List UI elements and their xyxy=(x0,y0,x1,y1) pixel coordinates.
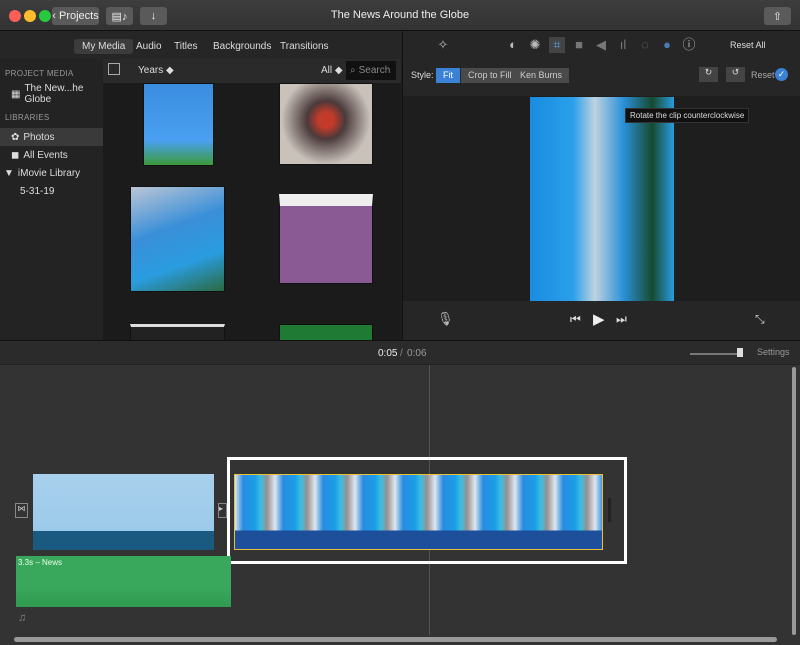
noise-reduction-icon[interactable]: ● xyxy=(659,37,675,53)
style-label: Style: xyxy=(411,70,434,80)
time-separator: / xyxy=(400,348,403,359)
tab-titles[interactable]: Titles xyxy=(166,39,206,54)
sidebar-item-all-events[interactable]: ◼ All Events xyxy=(0,146,103,164)
audio-clip-news[interactable]: 3.3s – News xyxy=(16,556,231,607)
browser-toolbar: Years ◆ All ◆ ⌕ Search xyxy=(103,59,401,83)
equalizer-icon[interactable]: ıl xyxy=(615,37,631,53)
media-thumbnail[interactable] xyxy=(279,324,373,340)
magic-wand-icon[interactable]: ✧ xyxy=(435,37,451,53)
filter-selector[interactable]: All ◆ xyxy=(321,65,343,76)
info-icon[interactable]: ⓘ xyxy=(681,37,697,53)
window-title: The News Around the Globe xyxy=(330,9,470,21)
media-thumbnail[interactable] xyxy=(279,83,373,165)
video-clip-world-map[interactable] xyxy=(33,474,214,550)
libraries-heading: LIBRARIES xyxy=(5,113,50,122)
skip-back-button[interactable]: ⏮︎ xyxy=(570,312,581,327)
rotate-ccw-icon: ↺ xyxy=(731,67,740,77)
viewer-panel: ✧ ◐ ✺ ⌗ ■ ◀ ıl ◌ ● ⓘ Reset All Style: Fi… xyxy=(402,31,800,340)
project-media-heading: PROJECT MEDIA xyxy=(5,69,74,78)
total-time: 0:06 xyxy=(407,348,427,359)
rotate-counterclockwise-button[interactable]: ↺ xyxy=(726,67,745,82)
sidebar-item-project[interactable]: ▦ The New...he Globe xyxy=(0,83,103,105)
apply-checkmark-button[interactable]: ✓ xyxy=(775,68,788,81)
photos-icon: ✿ xyxy=(11,131,20,143)
style-ken-burns-button[interactable]: Ken Burns xyxy=(513,68,570,83)
style-crop-to-fill-button[interactable]: Crop to Fill xyxy=(461,68,519,83)
audio-clip-label: 3.3s – News xyxy=(18,558,63,567)
search-input[interactable]: ⌕ Search xyxy=(346,61,396,80)
play-button[interactable]: ▶ xyxy=(593,310,605,328)
sidebar-item-photos[interactable]: ✿ Photos xyxy=(0,128,103,146)
media-browser: Years ◆ All ◆ ⌕ Search xyxy=(103,59,401,340)
timeline: ⋈ ▸ 3.3s – News ♫ xyxy=(0,365,800,645)
clip-trim-handle[interactable] xyxy=(608,498,611,522)
timeline-header: 0:05 / 0:06 Settings xyxy=(0,340,800,365)
color-balance-icon[interactable]: ◐ xyxy=(505,37,521,53)
zoom-slider-handle[interactable] xyxy=(737,348,743,357)
tab-transitions[interactable]: Transitions xyxy=(272,39,337,54)
vertical-scrollbar[interactable] xyxy=(792,367,796,635)
tooltip: Rotate the clip counterclockwise xyxy=(625,108,750,123)
music-note-icon: ♫ xyxy=(18,612,27,624)
sidebar-toggle-icon[interactable] xyxy=(108,63,120,75)
microphone-icon[interactable]: 🎙︎ xyxy=(437,311,454,327)
video-preview xyxy=(530,97,674,301)
title-bar: ‹ Projects ▤♪ ↓ The News Around the Glob… xyxy=(0,0,800,31)
current-time: 0:05 xyxy=(378,348,398,359)
horizontal-scrollbar[interactable] xyxy=(14,637,777,642)
rotate-clockwise-button[interactable]: ↻ xyxy=(699,67,718,82)
video-clip-waterfall-selected[interactable] xyxy=(234,474,603,550)
tab-my-media[interactable]: My Media xyxy=(74,39,134,54)
stabilization-icon[interactable]: ■ xyxy=(571,37,587,53)
zoom-slider[interactable] xyxy=(690,353,740,355)
crop-icon[interactable]: ⌗ xyxy=(549,37,565,53)
transition-icon[interactable]: ▸ xyxy=(218,503,227,518)
color-palette-icon[interactable]: ✺ xyxy=(527,37,543,53)
transition-icon[interactable]: ⋈ xyxy=(15,503,28,518)
tab-backgrounds[interactable]: Backgrounds xyxy=(205,39,279,54)
sidebar-item-event-date[interactable]: 5-31-19 xyxy=(0,182,103,200)
speed-icon[interactable]: ◌ xyxy=(637,37,653,53)
media-thumbnail[interactable] xyxy=(143,83,214,166)
reset-button[interactable]: Reset xyxy=(751,70,775,80)
fullscreen-icon[interactable]: ⤡ xyxy=(755,312,765,327)
media-thumbnail[interactable] xyxy=(130,324,225,340)
tab-audio[interactable]: Audio xyxy=(128,39,170,54)
sidebar-item-imovie-library[interactable]: ▼ iMovie Library xyxy=(0,164,103,182)
share-icon: ⇧ xyxy=(772,10,783,23)
media-tabs: My Media Audio Titles Backgrounds Transi… xyxy=(0,31,402,59)
sort-selector[interactable]: Years ◆ xyxy=(138,65,174,76)
clapper-icon: ▦ xyxy=(11,88,21,100)
rotate-cw-icon: ↻ xyxy=(704,67,713,77)
libraries-sidebar: PROJECT MEDIA ▦ The New...he Globe LIBRAR… xyxy=(0,59,103,340)
search-icon: ⌕ xyxy=(350,65,356,76)
style-fit-button[interactable]: Fit xyxy=(436,68,460,83)
events-icon: ◼ xyxy=(11,149,20,161)
reset-all-button[interactable]: Reset All xyxy=(730,40,766,50)
skip-forward-button[interactable]: ⏭︎ xyxy=(616,312,627,327)
media-thumbnail[interactable] xyxy=(130,186,225,292)
share-button[interactable]: ⇧ xyxy=(764,7,791,25)
settings-button[interactable]: Settings xyxy=(757,347,790,357)
volume-icon[interactable]: ◀ xyxy=(593,37,609,53)
media-thumbnail[interactable] xyxy=(279,194,373,284)
disclosure-triangle-icon: ▼ xyxy=(4,167,14,179)
